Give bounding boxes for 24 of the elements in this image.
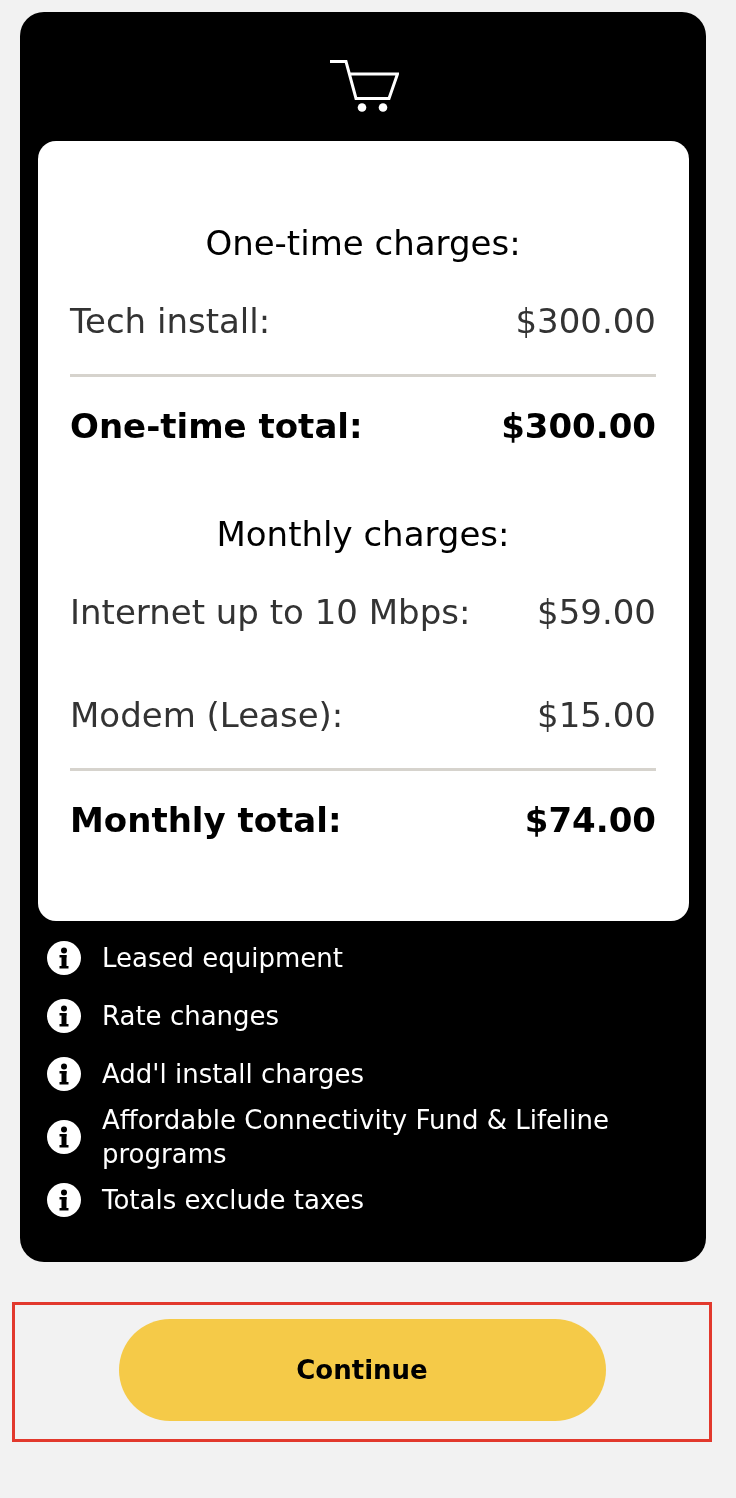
section-heading: Monthly charges: (215, 514, 511, 554)
charge-label: Tech install: (70, 300, 271, 343)
total-label: Monthly total: (70, 799, 342, 842)
info-icon[interactable] (47, 1183, 81, 1217)
total-amount: $300.00 (501, 405, 656, 448)
note-text: Add'l install charges (102, 1058, 365, 1091)
charge-amount: $15.00 (537, 694, 656, 737)
note-text: Leased equipment (102, 942, 343, 975)
continue-button[interactable]: Continue (118, 1319, 606, 1421)
note-text: Affordable Connectivity Fund & Lifeline programs (102, 1104, 611, 1171)
charge-amount: $59.00 (537, 591, 656, 634)
note-text: Rate changes (102, 1000, 280, 1033)
info-icon[interactable] (47, 1057, 81, 1091)
cart-icon (328, 58, 399, 112)
charge-amount: $300.00 (515, 300, 656, 343)
note-text: Totals exclude taxes (102, 1184, 365, 1217)
total-amount: $74.00 (524, 799, 656, 842)
info-icon[interactable] (47, 941, 81, 975)
charge-label: Modem (Lease): (70, 694, 344, 737)
charge-label: Internet up to 10 Mbps: (70, 591, 471, 634)
total-label: One-time total: (70, 405, 363, 448)
info-icon[interactable] (47, 1120, 81, 1154)
info-icon[interactable] (47, 999, 81, 1033)
section-heading: One-time charges: (204, 223, 522, 263)
